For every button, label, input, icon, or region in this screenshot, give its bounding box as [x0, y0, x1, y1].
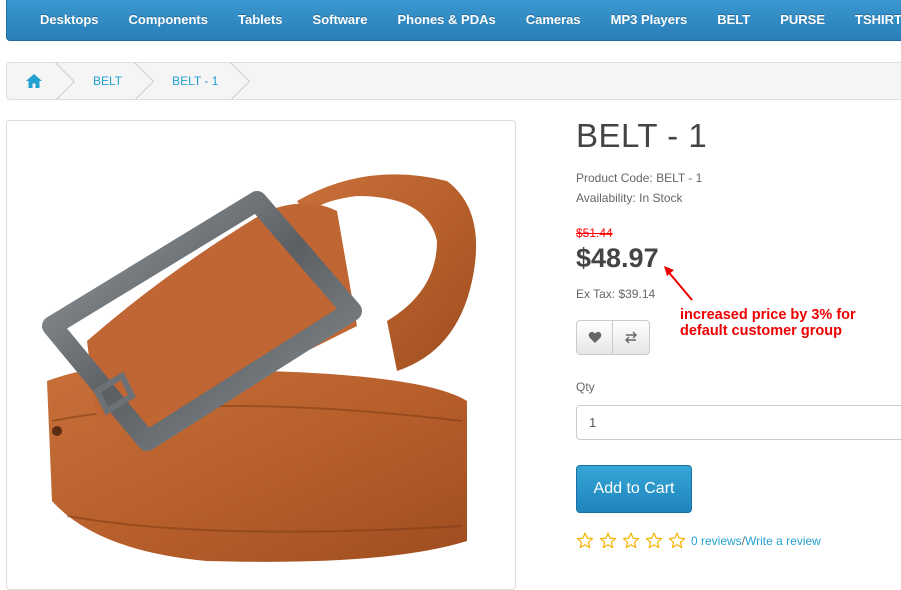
menu-item-belt[interactable]: BELT [702, 0, 765, 40]
annotation-line-1: increased price by 3% for [680, 307, 856, 323]
annotation-arrow-icon [664, 266, 693, 301]
star-icon [645, 530, 668, 550]
product-code: Product Code: BELT - 1 [576, 171, 702, 185]
heart-icon [588, 331, 601, 343]
star-icon [599, 530, 622, 550]
price-annotation: increased price by 3% for default custom… [680, 307, 856, 339]
star-icon [668, 530, 691, 550]
menu-item-desktops[interactable]: Desktops [25, 0, 114, 40]
star-rating [576, 530, 691, 552]
menu-item-components[interactable]: Components [114, 0, 223, 40]
menu-item-tablets[interactable]: Tablets [223, 0, 298, 40]
breadcrumb-belt[interactable]: BELT [65, 63, 144, 99]
menu-item-phones-pdas[interactable]: Phones & PDAs [382, 0, 510, 40]
availability: Availability: In Stock [576, 191, 683, 205]
annotation-line-2: default customer group [680, 323, 842, 339]
quantity-input[interactable] [576, 405, 901, 440]
breadcrumb-home[interactable] [7, 63, 65, 99]
availability-label: Availability: [576, 191, 636, 205]
old-price: $51.44 [576, 226, 613, 240]
product-title: BELT - 1 [576, 117, 708, 154]
top-menu: Desktops Components Tablets Software Phones … [6, 0, 901, 41]
wishlist-button[interactable] [576, 320, 613, 355]
add-to-cart-button[interactable]: Add to Cart [576, 465, 692, 513]
menu-list: Desktops Components Tablets Software Phones … [7, 0, 901, 40]
compare-button[interactable] [613, 320, 650, 355]
star-icon [576, 530, 599, 550]
write-review-link[interactable]: Write a review [745, 534, 821, 548]
menu-item-tshirt[interactable]: TSHIRT [840, 0, 901, 40]
reviews-link[interactable]: 0 reviews [691, 534, 742, 548]
menu-item-purse[interactable]: PURSE [765, 0, 840, 40]
current-price: $48.97 [576, 243, 659, 273]
menu-item-software[interactable]: Software [298, 0, 383, 40]
ex-tax-price: Ex Tax: $39.14 [576, 287, 656, 301]
menu-item-mp3-players[interactable]: MP3 Players [596, 0, 703, 40]
product-action-group [576, 320, 650, 355]
rating-row: 0 reviews / Write a review [576, 530, 821, 552]
availability-value: In Stock [639, 191, 683, 205]
product-code-label: Product Code: [576, 171, 653, 185]
home-icon [26, 74, 42, 88]
breadcrumb: BELT BELT - 1 [6, 62, 901, 100]
breadcrumb-belt-1[interactable]: BELT - 1 [144, 63, 240, 99]
product-image-box[interactable] [6, 120, 516, 590]
product-code-value: BELT - 1 [656, 171, 703, 185]
quantity-label: Qty [576, 380, 595, 394]
menu-item-cameras[interactable]: Cameras [511, 0, 596, 40]
exchange-icon [625, 331, 637, 344]
leather-belt-image [42, 174, 477, 562]
star-icon [622, 530, 645, 550]
